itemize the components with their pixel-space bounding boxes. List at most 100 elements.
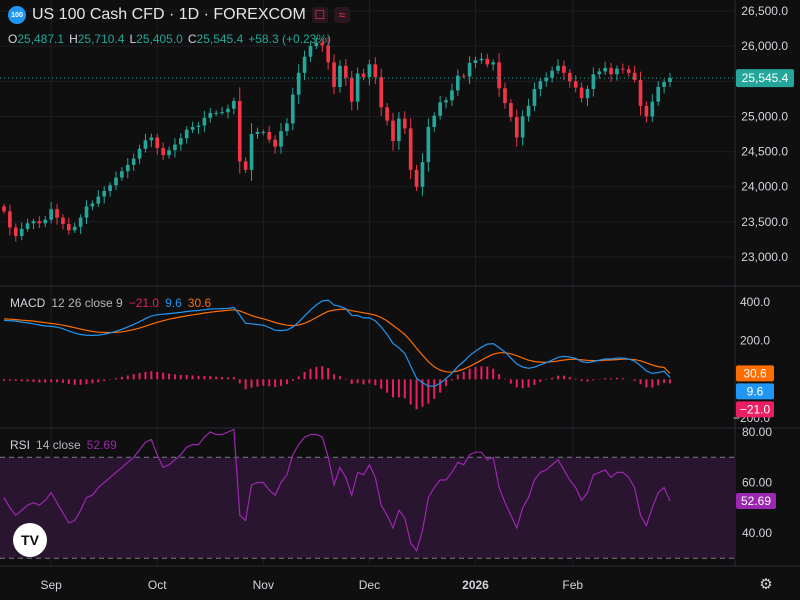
candle-body [202, 117, 207, 126]
time-tick-label: Oct [148, 578, 167, 592]
rsi-value: 52.69 [86, 438, 117, 452]
candle-body [391, 120, 395, 142]
candle-body [520, 116, 525, 138]
candle-body [25, 223, 30, 229]
candle-body [573, 81, 578, 88]
candle-body [532, 89, 537, 106]
candle-body [591, 74, 596, 90]
compare-icon[interactable]: ≈ [333, 7, 350, 23]
rsi-legend[interactable]: RSI 14 close 52.69 [10, 438, 117, 452]
high-value: 25,710.4 [77, 32, 125, 46]
macd-signal-tag-label: 30.6 [743, 366, 767, 380]
candle-body [349, 77, 354, 102]
candle-body [414, 169, 419, 187]
candle-body [438, 102, 442, 116]
rsi-tick-label: 80.00 [742, 425, 772, 439]
tradingview-logo-icon[interactable]: TV [13, 523, 47, 557]
price-tick-label: 26,500.0 [741, 4, 788, 18]
candle-body [344, 65, 348, 78]
candle-body [579, 87, 584, 99]
rsi-label: RSI [10, 438, 31, 452]
candle-body [184, 129, 189, 139]
candle-body [326, 45, 330, 63]
candle-body [420, 162, 425, 187]
candle-body [149, 137, 154, 141]
candle-body [232, 100, 236, 109]
candle-body [550, 70, 554, 78]
symbol-title[interactable]: US 100 Cash CFD · 1D · FOREXCOM [32, 6, 306, 24]
macd-tick-label: 200.0 [740, 334, 770, 348]
candle-body [332, 62, 336, 87]
candle-body [302, 56, 307, 73]
candle-body [249, 134, 254, 170]
open-label: O [8, 32, 18, 46]
candle-body [173, 144, 177, 151]
candle-body [626, 69, 631, 73]
candle-body [562, 65, 566, 73]
low-label: L [129, 32, 137, 46]
candle-body [408, 128, 413, 170]
price-tick-label: 25,000.0 [741, 109, 788, 123]
macd-params: 12 26 close 9 [51, 296, 123, 310]
candle-body [114, 177, 118, 186]
candle-body [255, 131, 260, 134]
high-label: H [69, 32, 78, 46]
candle-body [161, 148, 165, 156]
candle-body [467, 63, 472, 77]
candle-body [19, 228, 24, 236]
candle-body [514, 117, 519, 138]
candle-body [526, 105, 531, 117]
macd-line-tag-label: 9.6 [747, 384, 764, 398]
macd-legend[interactable]: MACD 12 26 close 9 −21.0 9.6 30.6 [10, 296, 211, 310]
candle-body [31, 221, 36, 224]
gear-icon[interactable]: ⚙ [757, 575, 775, 593]
candle-body [90, 203, 95, 207]
candle-body [497, 62, 501, 89]
candle-body [609, 67, 613, 75]
candle-body [509, 103, 513, 118]
candle-body [379, 77, 384, 108]
candle-body [621, 68, 625, 70]
last-price-tag: 25,545.4 [736, 69, 794, 88]
candle-body [96, 196, 101, 204]
macd-hist-tag-label: −21.0 [740, 402, 771, 416]
time-tick-label: Sep [40, 578, 62, 592]
macd-tick-label: 400.0 [740, 295, 770, 309]
candle-body [226, 108, 230, 113]
candle-body [473, 60, 478, 64]
low-value: 25,405.0 [136, 32, 183, 46]
candle-body [279, 131, 283, 147]
candle-body [120, 171, 124, 178]
symbol-header[interactable]: 100 US 100 Cash CFD · 1D · FOREXCOM ☐ ≈ [8, 6, 350, 24]
flag-icon[interactable]: ☐ [311, 7, 328, 23]
last-price-tag-label: 25,545.4 [742, 71, 789, 85]
candle-body [603, 67, 607, 72]
close-value: 25,545.4 [196, 32, 244, 46]
candle-body [585, 89, 590, 99]
candle-body [296, 72, 301, 95]
candle-body [367, 64, 372, 78]
rsi-band [0, 457, 735, 559]
price-tick-label: 23,000.0 [741, 250, 788, 264]
candle-body [237, 100, 242, 162]
candle-body [567, 72, 572, 82]
candle-body [650, 101, 655, 117]
candle-body [267, 131, 272, 140]
candle-body [461, 75, 466, 77]
candle-body [638, 79, 643, 106]
rsi-value-tag-label: 52.69 [741, 494, 771, 508]
candle-body [137, 148, 142, 159]
candle-body [385, 107, 389, 121]
candle-body [72, 226, 77, 231]
open-value: 25,487.1 [17, 32, 65, 46]
symbol-logo-icon: 100 [8, 6, 26, 24]
candle-body [402, 118, 407, 129]
candle-body [78, 217, 83, 227]
candle-body [615, 68, 619, 75]
candle-body [503, 88, 507, 104]
candle-body [108, 185, 112, 191]
candle-body [373, 64, 378, 78]
rsi-tick-label: 60.00 [742, 476, 772, 490]
candle-body [632, 72, 637, 80]
candle-body [444, 100, 448, 103]
